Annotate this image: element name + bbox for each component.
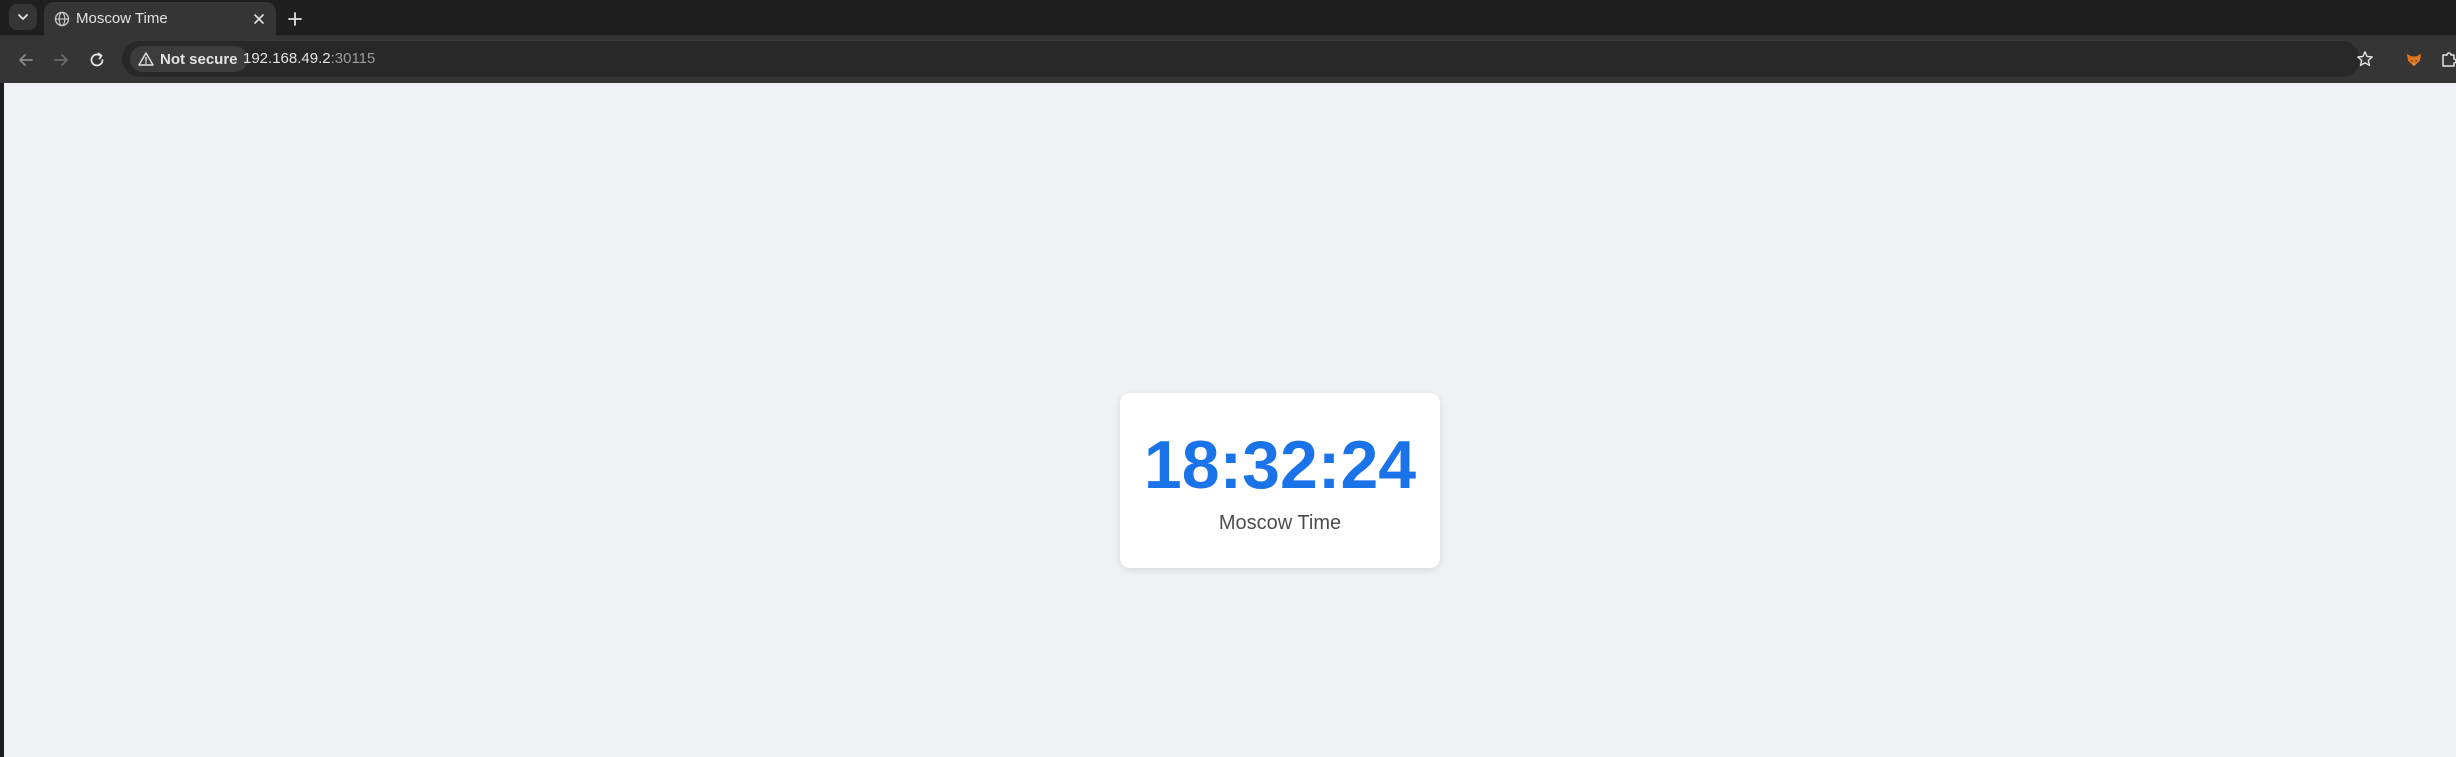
security-indicator[interactable]: Not secure [130,46,248,72]
back-button[interactable] [11,45,41,75]
forward-button[interactable] [46,45,76,75]
reload-icon [90,52,104,67]
active-tab[interactable]: Moscow Time [44,2,276,36]
clock-label: Moscow Time [1218,512,1342,534]
arrow-right-icon [54,54,68,66]
extensions-button[interactable] [2438,48,2456,72]
tab-strip: Moscow Time [0,0,2456,36]
warning-triangle-icon [138,52,154,66]
bookmark-button[interactable] [2352,46,2378,72]
reload-button[interactable] [82,45,112,75]
fox-extension-icon [2406,53,2422,67]
tab-search-button[interactable] [9,4,37,30]
extension-fox-button[interactable] [2402,48,2426,72]
new-tab-button[interactable] [282,6,308,32]
globe-icon [54,11,70,27]
puzzle-icon [2442,52,2456,67]
arrow-left-icon [19,54,33,66]
star-icon [2357,51,2373,67]
plus-icon [288,12,302,26]
chevron-down-icon [18,14,28,20]
url-text[interactable]: 192.168.49.2:30115 [243,50,375,67]
close-icon [254,14,264,24]
tab-title: Moscow Time [76,10,168,27]
security-label: Not secure [160,50,238,68]
clock-time: 18:32:24 [1143,427,1417,503]
url-host: 192.168.49.2 [243,50,331,67]
clock-card: 18:32:24 Moscow Time [1120,393,1440,568]
close-tab-button[interactable] [250,10,268,28]
browser-toolbar: Not secure 192.168.49.2:30115 [0,36,2456,83]
url-port: :30115 [330,50,376,67]
address-bar[interactable]: Not secure 192.168.49.2:30115 [122,41,2360,77]
